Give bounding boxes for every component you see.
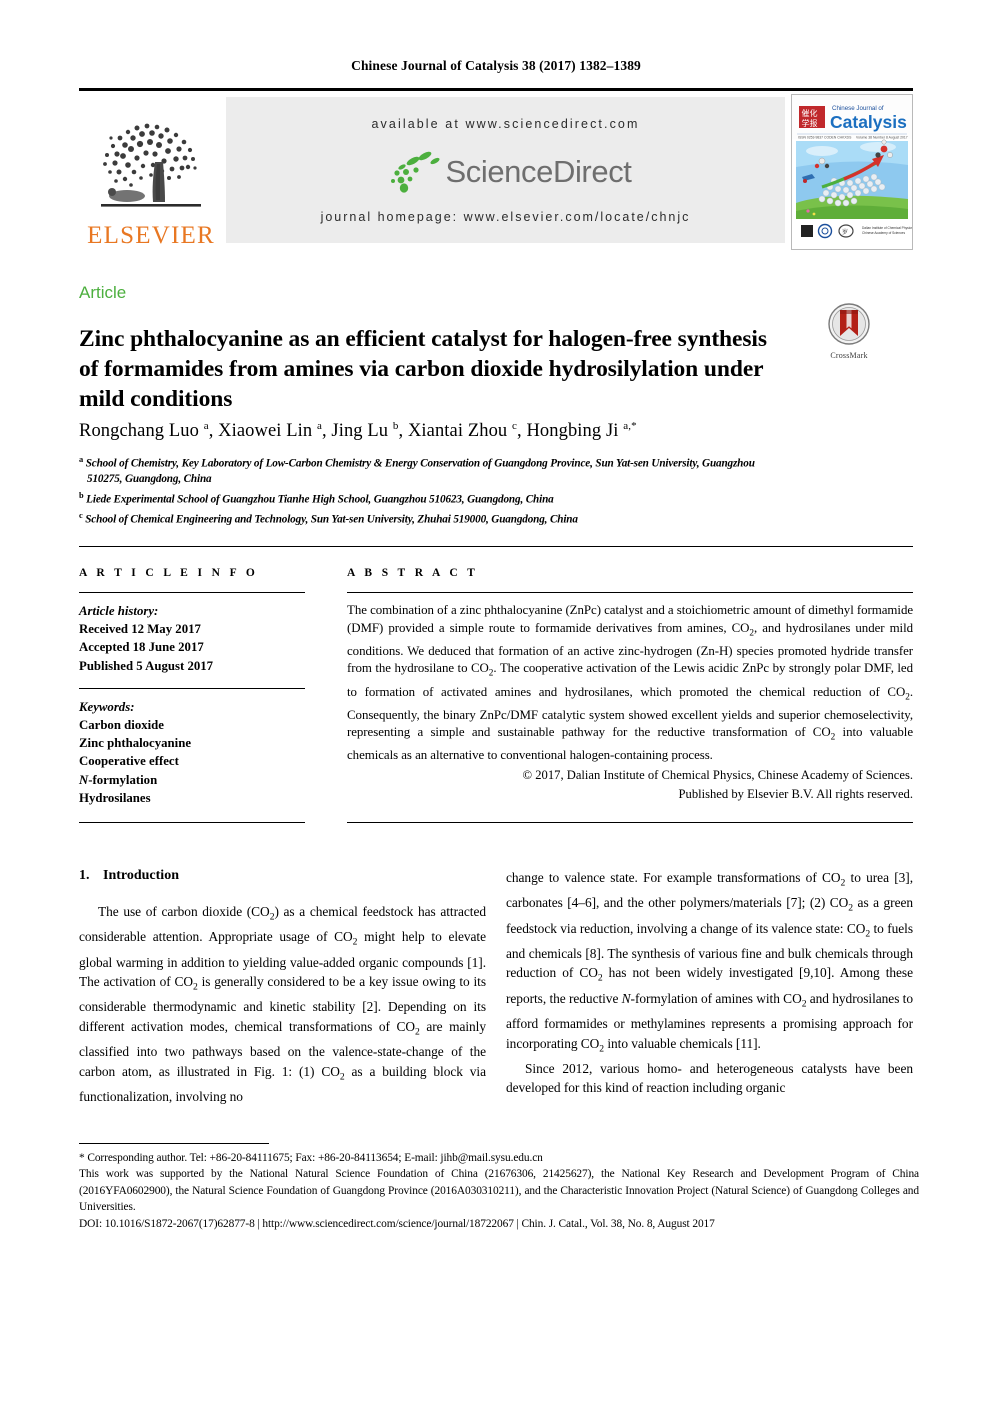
affiliation-c: c School of Chemical Engineering and Tec… [79,510,578,526]
author-list: Rongchang Luo a, Xiaowei Lin a, Jing Lu … [79,420,637,442]
author-name: Xiaowei Lin a [218,420,322,442]
svg-text:学报: 学报 [802,118,818,128]
funding-note: This work was supported by the National … [79,1168,919,1214]
author-name: Jing Lu b [331,420,399,442]
keywords-label: Keywords: [79,699,135,714]
doi-line: DOI: 10.1016/S1872-2067(17)62877-8 | htt… [79,1217,715,1230]
keyword-item: Carbon dioxide [79,718,164,733]
section-heading-introduction: 1. Introduction [79,868,486,884]
masthead: ELSEVIER available at www.sciencedirect.… [79,88,913,252]
svg-text:催化: 催化 [802,108,818,118]
article-accepted-date: Accepted 18 June 2017 [79,640,204,655]
article-published-date: Published 5 August 2017 [79,658,214,673]
sciencedirect-logo: ScienceDirect [379,148,632,194]
section-title: Introduction [103,868,179,883]
italic-N: N [621,990,631,1006]
divider-info-top [79,592,305,593]
sciencedirect-banner: available at www.sciencedirect.com Scien… [226,97,785,243]
divider-below-abstract [347,822,913,823]
abstract-panel: A B S T R A C T The combination of a zin… [347,567,913,804]
journal-cover-image: 催化 学报 Chinese Journal of Catalysis ISSN … [791,93,913,250]
crossmark-badge[interactable]: CrossMark [817,303,881,360]
sciencedirect-wordmark: ScienceDirect [445,153,632,189]
divider-above-info [79,546,913,547]
text-seg: into valuable chemicals [11]. [604,1035,761,1051]
journal-cover-thumbnail: 催化 学报 Chinese Journal of Catalysis ISSN … [785,91,913,252]
paragraph: The use of carbon dioxide (CO2) as a che… [79,902,486,1107]
divider-abstract-top [347,592,913,593]
article-received-date: Received 12 May 2017 [79,622,201,637]
article-info-heading: A R T I C L E I N F O [79,567,259,579]
elsevier-tree-icon [101,123,201,207]
footnote-divider [79,1143,269,1144]
section-number: 1. [79,868,90,883]
author-name: Hongbing Ji a,* [526,420,637,442]
affiliation-text-continued: 510275, Guangdong, China [87,473,212,486]
svg-text:Catalysis: Catalysis [830,112,907,132]
copyright-line-1: © 2017, Dalian Institute of Chemical Phy… [522,768,913,783]
copyright-line-2: Published by Elsevier B.V. All rights re… [678,787,913,802]
article-type-label: Article [79,283,127,302]
author-name: Xiantai Zhou c [407,420,517,442]
elsevier-wordmark: ELSEVIER [87,222,215,249]
body-column-right: change to valence state. For example tra… [506,868,913,1098]
abstract-heading: A B S T R A C T [347,567,479,579]
divider-below-info [79,822,305,823]
cover-artwork: 催化 学报 Chinese Journal of Catalysis ISSN … [792,94,912,249]
journal-homepage-text: journal homepage: www.elsevier.com/locat… [320,210,691,224]
running-head: Chinese Journal of Catalysis 38 (2017) 1… [351,58,641,73]
affiliation-text: Liede Experimental School of Guangzhou T… [86,493,554,506]
crossmark-label: CrossMark [830,351,868,360]
svg-text:Chinese Academy of Sciences: Chinese Academy of Sciences [862,231,905,235]
keyword-item: Hydrosilanes [79,790,151,805]
corresponding-author-note: * Corresponding author. Tel: +86-20-8411… [79,1152,543,1164]
svg-text:ISSN 0253-9837 CODEN CHKXDS: ISSN 0253-9837 CODEN CHKXDS [798,135,852,139]
affiliation-b: b Liede Experimental School of Guangzhou… [79,490,554,506]
elsevier-logo: ELSEVIER [79,91,223,252]
svg-text:Volume 38 Number 8 August 20: Volume 38 Number 8 August 2017 [856,135,908,139]
paragraph: Since 2012, various homo- and heterogene… [506,1060,913,1096]
text-seg: change to valence state. For example tra… [506,870,841,885]
svg-text:Dalian Institute of Chemical P: Dalian Institute of Chemical Physics [862,226,912,230]
journal-article-page: Chinese Journal of Catalysis 38 (2017) 1… [0,0,992,1403]
article-history-label: Article history: [79,604,159,618]
divider-info-mid [79,687,305,689]
keyword-item: Cooperative effect [79,754,179,769]
text-seg: The use of carbon dioxide (CO [98,904,270,919]
affiliation-text: School of Chemistry, Key Laboratory of L… [85,457,755,470]
body-column-left: 1. Introduction The use of carbon dioxide… [79,868,486,1107]
abstract-text: The combination of a zinc phthalocyanine… [347,602,913,765]
sciencedirect-leaves-icon [391,151,441,193]
footnotes: * Corresponding author. Tel: +86-20-8411… [79,1150,919,1232]
text-seg: -formylation of amines with CO [630,990,802,1006]
page-title: Zinc phthalocyanine as an efficient cata… [79,325,767,412]
crossmark-icon [828,303,870,345]
author-name: Rongchang Luo a [79,420,209,442]
svg-text:岁: 岁 [842,228,848,236]
paragraph-continued: change to valence state. For example tra… [506,868,913,1059]
svg-text:Chinese Journal of: Chinese Journal of [832,105,884,112]
available-at-text: available at www.sciencedirect.com [371,117,640,131]
keyword-item: Zinc phthalocyanine [79,736,191,751]
affiliation-text: School of Chemical Engineering and Techn… [85,513,578,526]
affiliation-a: a School of Chemistry, Key Laboratory of… [79,452,917,488]
article-info-panel: A R T I C L E I N F O Article history: R… [79,567,305,807]
keyword-item: N-formylation [79,772,158,787]
affiliation-list: a School of Chemistry, Key Laboratory of… [79,452,917,528]
